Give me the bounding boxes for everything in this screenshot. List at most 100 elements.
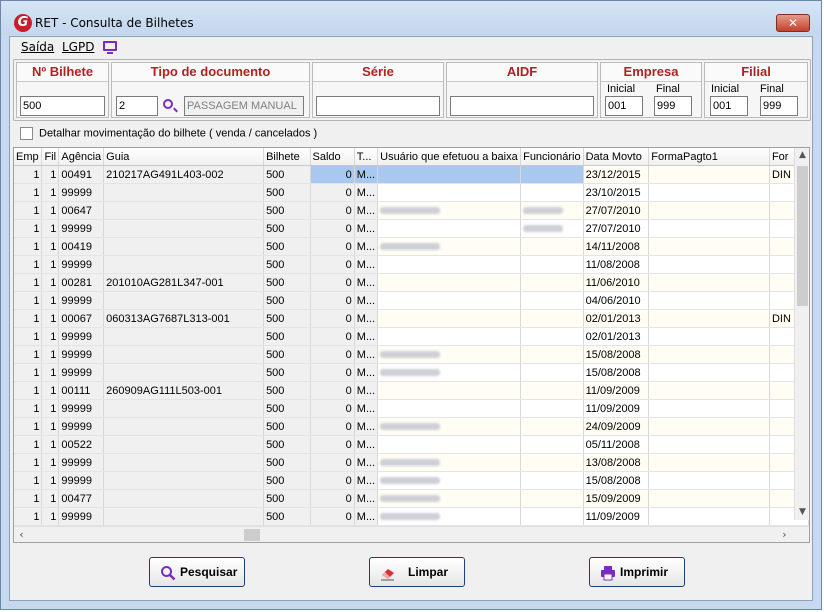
cell-func[interactable] xyxy=(520,345,584,364)
table-row[interactable]: 1 1 99999 500 0 M... 02/01/2013 xyxy=(14,327,809,346)
cell-saldo[interactable]: 0 xyxy=(310,381,355,400)
cell-func[interactable] xyxy=(520,417,584,436)
cell-fil[interactable]: 1 xyxy=(41,381,60,400)
cell-t[interactable]: M... xyxy=(354,453,379,472)
cell-guia[interactable] xyxy=(103,237,265,256)
horizontal-scroll-thumb[interactable] xyxy=(244,529,260,541)
cell-agencia[interactable]: 00647 xyxy=(58,201,105,220)
filial-final-input[interactable]: 999 xyxy=(760,96,798,116)
cell-emp[interactable]: 1 xyxy=(14,237,43,256)
cell-emp[interactable]: 1 xyxy=(14,255,43,274)
cell-t[interactable]: M... xyxy=(354,435,379,454)
cell-agencia[interactable]: 00111 xyxy=(58,381,105,400)
column-header[interactable]: Bilhete xyxy=(263,148,311,166)
column-header[interactable]: Usuário que efetuou a baixa xyxy=(377,148,522,166)
cell-t[interactable]: M... xyxy=(354,273,379,292)
cell-emp[interactable]: 1 xyxy=(14,399,43,418)
cell-data[interactable]: 14/11/2008 xyxy=(583,237,650,256)
cell-agencia[interactable]: 00477 xyxy=(58,489,105,508)
cell-agencia[interactable]: 99999 xyxy=(58,345,105,364)
cell-user[interactable] xyxy=(377,237,522,256)
cell-t[interactable]: M... xyxy=(354,237,379,256)
cell-saldo[interactable]: 0 xyxy=(310,255,355,274)
cell-data[interactable]: 11/06/2010 xyxy=(583,273,650,292)
cell-fil[interactable]: 1 xyxy=(41,327,60,346)
cell-bilhete[interactable]: 500 xyxy=(263,273,311,292)
cell-emp[interactable]: 1 xyxy=(14,219,43,238)
vertical-scroll-thumb[interactable] xyxy=(797,166,808,306)
aidf-input[interactable] xyxy=(450,96,594,116)
cell-t[interactable]: M... xyxy=(354,507,379,526)
cell-user[interactable] xyxy=(377,255,522,274)
cell-saldo[interactable]: 0 xyxy=(310,201,355,220)
cell-emp[interactable]: 1 xyxy=(14,165,43,184)
cell-t[interactable]: M... xyxy=(354,255,379,274)
cell-forma1[interactable] xyxy=(648,345,770,364)
close-button[interactable]: ✕ xyxy=(776,14,810,32)
table-row[interactable]: 1 1 99999 500 0 M... 24/09/2009 xyxy=(14,417,809,436)
cell-guia[interactable]: 260909AG111L503-001 xyxy=(103,381,265,400)
column-header[interactable]: Guia xyxy=(103,148,265,166)
cell-t[interactable]: M... xyxy=(354,183,379,202)
tipo-code-input[interactable]: 2 xyxy=(116,96,158,116)
cell-guia[interactable] xyxy=(103,471,265,490)
cell-emp[interactable]: 1 xyxy=(14,453,43,472)
cell-user[interactable] xyxy=(377,489,522,508)
cell-user[interactable] xyxy=(377,273,522,292)
cell-guia[interactable] xyxy=(103,417,265,436)
cell-t[interactable]: M... xyxy=(354,165,379,184)
cell-func[interactable] xyxy=(520,165,584,184)
cell-agencia[interactable]: 99999 xyxy=(58,363,105,382)
cell-user[interactable] xyxy=(377,309,522,328)
cell-agencia[interactable]: 99999 xyxy=(58,507,105,526)
cell-func[interactable] xyxy=(520,183,584,202)
cell-saldo[interactable]: 0 xyxy=(310,363,355,382)
table-row[interactable]: 1 1 99999 500 0 M... 11/08/2008 xyxy=(14,255,809,274)
cell-saldo[interactable]: 0 xyxy=(310,291,355,310)
cell-data[interactable]: 11/09/2009 xyxy=(583,399,650,418)
cell-forma1[interactable] xyxy=(648,489,770,508)
cell-fil[interactable]: 1 xyxy=(41,471,60,490)
cell-func[interactable] xyxy=(520,219,584,238)
cell-bilhete[interactable]: 500 xyxy=(263,345,311,364)
column-header[interactable]: Emp xyxy=(14,148,43,166)
cell-data[interactable]: 23/12/2015 xyxy=(583,165,650,184)
cell-forma1[interactable] xyxy=(648,183,770,202)
cell-guia[interactable] xyxy=(103,345,265,364)
cell-agencia[interactable]: 99999 xyxy=(58,399,105,418)
cell-agencia[interactable]: 99999 xyxy=(58,417,105,436)
detail-checkbox[interactable] xyxy=(20,127,33,140)
cell-t[interactable]: M... xyxy=(354,489,379,508)
cell-emp[interactable]: 1 xyxy=(14,507,43,526)
scroll-up-icon[interactable]: ▲ xyxy=(795,148,809,163)
cell-bilhete[interactable]: 500 xyxy=(263,507,311,526)
table-row[interactable]: 1 1 00281 201010AG281L347-001 500 0 M... 11/06/… xyxy=(14,273,809,292)
cell-saldo[interactable]: 0 xyxy=(310,417,355,436)
cell-agencia[interactable]: 99999 xyxy=(58,219,105,238)
scroll-right-icon[interactable]: › xyxy=(777,527,792,542)
cell-emp[interactable]: 1 xyxy=(14,201,43,220)
cell-fil[interactable]: 1 xyxy=(41,417,60,436)
cell-agencia[interactable]: 00281 xyxy=(58,273,105,292)
cell-func[interactable] xyxy=(520,507,584,526)
cell-saldo[interactable]: 0 xyxy=(310,471,355,490)
cell-guia[interactable] xyxy=(103,435,265,454)
cell-data[interactable]: 02/01/2013 xyxy=(583,327,650,346)
cell-emp[interactable]: 1 xyxy=(14,309,43,328)
cell-data[interactable]: 11/09/2009 xyxy=(583,381,650,400)
filial-inicial-input[interactable]: 001 xyxy=(710,96,748,116)
scroll-down-icon[interactable]: ▼ xyxy=(795,505,809,520)
cell-user[interactable] xyxy=(377,381,522,400)
cell-emp[interactable]: 1 xyxy=(14,471,43,490)
cell-saldo[interactable]: 0 xyxy=(310,453,355,472)
cell-t[interactable]: M... xyxy=(354,399,379,418)
cell-func[interactable] xyxy=(520,453,584,472)
cell-saldo[interactable]: 0 xyxy=(310,165,355,184)
cell-func[interactable] xyxy=(520,255,584,274)
cell-data[interactable]: 15/08/2008 xyxy=(583,471,650,490)
cell-agencia[interactable]: 99999 xyxy=(58,255,105,274)
column-header[interactable]: T... xyxy=(354,148,379,166)
cell-forma1[interactable] xyxy=(648,237,770,256)
column-header[interactable]: Fil xyxy=(41,148,60,166)
table-row[interactable]: 1 1 00067 060313AG7687L313-001 500 0 M... 02/01… xyxy=(14,309,809,328)
